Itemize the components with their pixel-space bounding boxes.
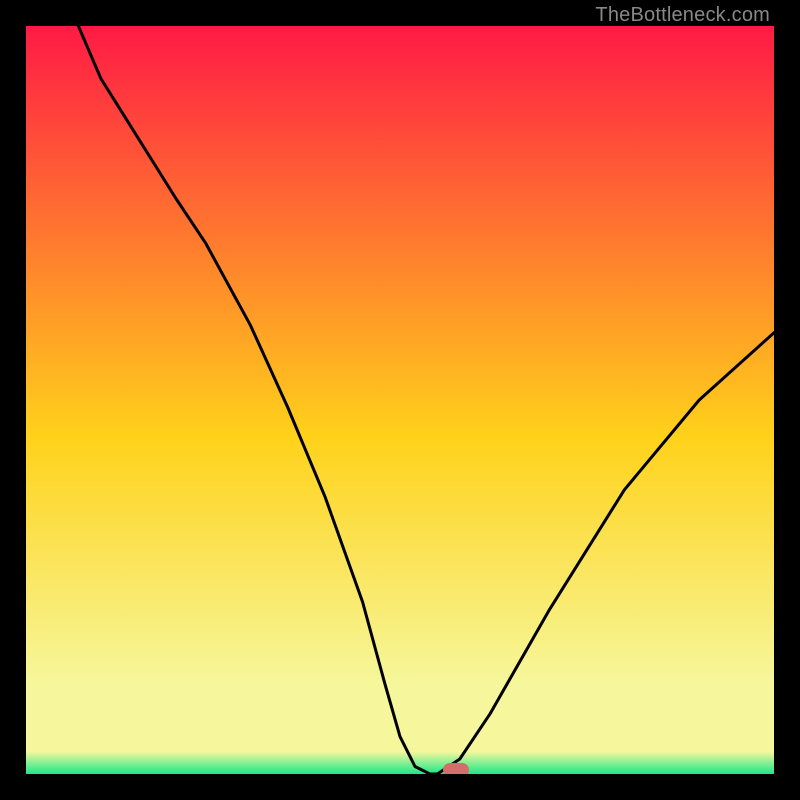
plot-area: [26, 26, 774, 774]
optimal-marker: [443, 763, 469, 774]
chart-frame: TheBottleneck.com: [0, 0, 800, 800]
chart-svg: [26, 26, 774, 774]
attribution-text: TheBottleneck.com: [595, 4, 770, 27]
